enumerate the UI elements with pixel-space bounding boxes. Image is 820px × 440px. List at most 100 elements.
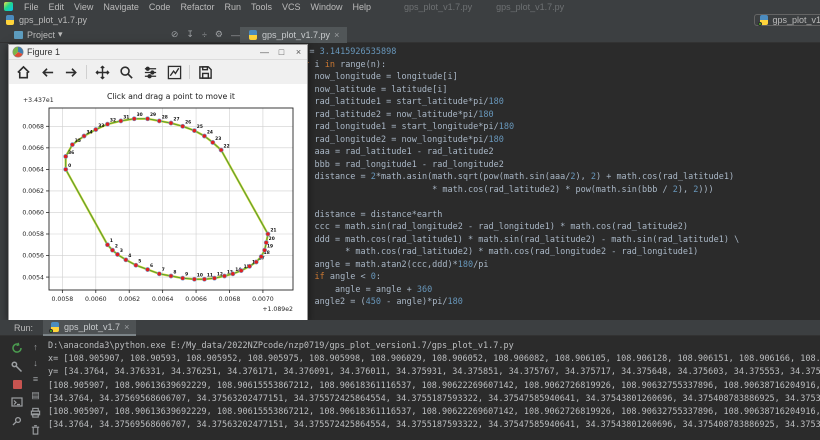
svg-text:33: 33 xyxy=(98,123,104,129)
minimize-icon[interactable]: — xyxy=(256,47,273,57)
scroll-from-source-icon[interactable]: ↧ xyxy=(186,29,194,40)
svg-text:12: 12 xyxy=(217,272,223,278)
wrench-icon[interactable] xyxy=(11,361,23,373)
code-text: pi = 3.1415926535898 for i in range(n): n… xyxy=(294,46,739,309)
svg-text:28: 28 xyxy=(162,114,168,120)
console-line: x= [108.905907, 108.90593, 108.905952, 1… xyxy=(48,354,820,365)
svg-text:0.0068: 0.0068 xyxy=(22,124,44,131)
svg-text:5: 5 xyxy=(138,259,141,265)
figure-canvas[interactable]: 0.0058 0.0060 0.0062 0.0064 0.0066 0.0068 0.00… xyxy=(9,84,307,320)
svg-text:+1.089e2: +1.089e2 xyxy=(262,306,293,313)
home-icon[interactable] xyxy=(14,63,32,81)
svg-text:35: 35 xyxy=(75,138,81,144)
python-run-icon xyxy=(49,321,60,333)
svg-text:1: 1 xyxy=(110,238,113,244)
svg-text:0.0066: 0.0066 xyxy=(185,296,207,303)
back-icon[interactable] xyxy=(38,63,56,81)
code-line: pi = 3.1415926535898 xyxy=(294,47,397,57)
editor-tab-active[interactable]: gps_plot_v1.7.py × xyxy=(240,26,348,43)
code-line: rad_longitude1 = start_longitude*pi/180 xyxy=(294,122,515,132)
chevron-down-icon[interactable]: ▾ xyxy=(58,29,63,40)
maximize-icon[interactable]: □ xyxy=(273,47,290,57)
forward-icon[interactable] xyxy=(62,63,80,81)
close-icon[interactable]: × xyxy=(290,47,307,57)
ghost-title: gps_plot_v1.7.py xyxy=(496,1,565,12)
menu-vcs[interactable]: VCS xyxy=(277,2,306,12)
rerun-icon[interactable] xyxy=(11,342,23,354)
project-panel-title: Project xyxy=(27,29,56,40)
figure-title-bar[interactable]: Figure 1 — □ × xyxy=(9,45,307,60)
editor-tab-label: gps_plot_v1.7.py xyxy=(262,29,331,40)
pin-icon[interactable] xyxy=(11,415,23,427)
print-icon[interactable] xyxy=(30,407,41,418)
figure-window[interactable]: Figure 1 — □ × 0.0058 0.0060 0.0062 0.00… xyxy=(8,44,308,320)
svg-text:0.0054: 0.0054 xyxy=(22,274,44,281)
navigation-bar: gps_plot_v1.7.py gps_plot_v1 xyxy=(0,13,820,27)
soft-wrap-icon[interactable]: ≡ xyxy=(33,374,38,384)
arrow-down-icon[interactable]: ↓ xyxy=(33,358,38,368)
customize-plot-icon[interactable] xyxy=(165,63,183,81)
svg-text:9: 9 xyxy=(185,272,188,278)
svg-text:0.0060: 0.0060 xyxy=(85,296,107,303)
menu-tools[interactable]: Tools xyxy=(246,2,277,12)
console-output[interactable]: D:\anaconda3\python.exe E:/My_data/2022N… xyxy=(48,340,820,440)
svg-text:34: 34 xyxy=(86,129,92,135)
svg-text:0.0058: 0.0058 xyxy=(22,231,44,238)
svg-text:0: 0 xyxy=(68,163,71,169)
svg-text:36: 36 xyxy=(68,150,74,156)
close-icon[interactable]: × xyxy=(334,30,339,40)
run-config-selector[interactable]: gps_plot_v1 xyxy=(754,14,820,26)
menu-code[interactable]: Code xyxy=(144,2,176,12)
menu-view[interactable]: View xyxy=(69,2,98,12)
console-line: D:\anaconda3\python.exe E:/My_data/2022N… xyxy=(48,341,514,351)
menu-help[interactable]: Help xyxy=(348,2,377,12)
scroll-to-end-icon[interactable]: ▤ xyxy=(31,390,40,401)
svg-text:+3.437e1: +3.437e1 xyxy=(23,97,54,104)
arrow-up-icon[interactable]: ↑ xyxy=(33,342,38,352)
code-line: rad_latitude2 = now_latitude*pi/180 xyxy=(294,109,494,120)
svg-text:0.0060: 0.0060 xyxy=(22,210,44,217)
save-icon[interactable] xyxy=(196,63,214,81)
python-file-icon xyxy=(248,29,258,40)
breadcrumb[interactable]: gps_plot_v1.7.py xyxy=(19,15,87,25)
svg-text:27: 27 xyxy=(173,116,179,122)
svg-text:0.0070: 0.0070 xyxy=(252,296,274,303)
hide-circle-icon[interactable]: ⊘ xyxy=(171,29,179,40)
project-panel-header[interactable]: Project ▾ ⊘ ↧ ÷ ⚙ — xyxy=(0,29,240,40)
menu-window[interactable]: Window xyxy=(306,2,348,12)
console-line: [34.3764, 34.37569568606707, 34.37563202… xyxy=(48,420,820,431)
zoom-icon[interactable] xyxy=(117,63,135,81)
menu-edit[interactable]: Edit xyxy=(44,2,70,12)
code-line: * math.cos(rad_latitude2) * math.cos(rad… xyxy=(294,247,699,257)
configure-subplots-icon[interactable] xyxy=(141,63,159,81)
svg-text:24: 24 xyxy=(207,129,213,135)
stop-icon[interactable] xyxy=(12,380,22,389)
close-icon[interactable]: × xyxy=(124,322,129,332)
pan-icon[interactable] xyxy=(93,63,111,81)
code-line: now_longitude = longitude[i] xyxy=(294,72,458,82)
code-line: now_latitude = latitude[i] xyxy=(294,84,448,95)
menu-items: File Edit View Navigate Code Refactor Run Tools… xyxy=(19,2,376,12)
console-icon[interactable] xyxy=(11,396,23,408)
menu-run[interactable]: Run xyxy=(219,2,246,12)
ghost-title: gps_plot_v1.7.py xyxy=(404,1,473,12)
gps-plot[interactable]: 0.0058 0.0060 0.0062 0.0064 0.0066 0.0068 0.00… xyxy=(9,84,307,320)
gear-icon[interactable]: ⚙ xyxy=(215,29,223,40)
svg-text:0.0062: 0.0062 xyxy=(22,188,44,195)
run-toolbar-right: ↑ ↓ ≡ ▤ xyxy=(30,342,41,435)
code-line: ddd = math.cos(rad_latitude1) * math.sin… xyxy=(294,234,740,245)
svg-text:0.0064: 0.0064 xyxy=(152,296,174,303)
hide-panel-icon[interactable]: — xyxy=(231,30,240,40)
menu-file[interactable]: File xyxy=(19,2,44,12)
code-line: angle2 = (450 - angle)*pi/180 xyxy=(294,297,463,307)
svg-text:Click and drag a point to move: Click and drag a point to move it xyxy=(107,92,235,101)
menu-navigate[interactable]: Navigate xyxy=(98,2,144,12)
menu-refactor[interactable]: Refactor xyxy=(175,2,219,12)
trash-icon[interactable] xyxy=(30,424,41,435)
console-line: [108.905907, 108.90613639692229, 108.906… xyxy=(48,407,820,418)
svg-text:32: 32 xyxy=(110,118,116,124)
run-tab[interactable]: gps_plot_v1.7 × xyxy=(43,319,137,336)
svg-text:0.0068: 0.0068 xyxy=(219,296,241,303)
collapse-all-icon[interactable]: ÷ xyxy=(202,30,207,40)
svg-text:22: 22 xyxy=(224,143,230,149)
